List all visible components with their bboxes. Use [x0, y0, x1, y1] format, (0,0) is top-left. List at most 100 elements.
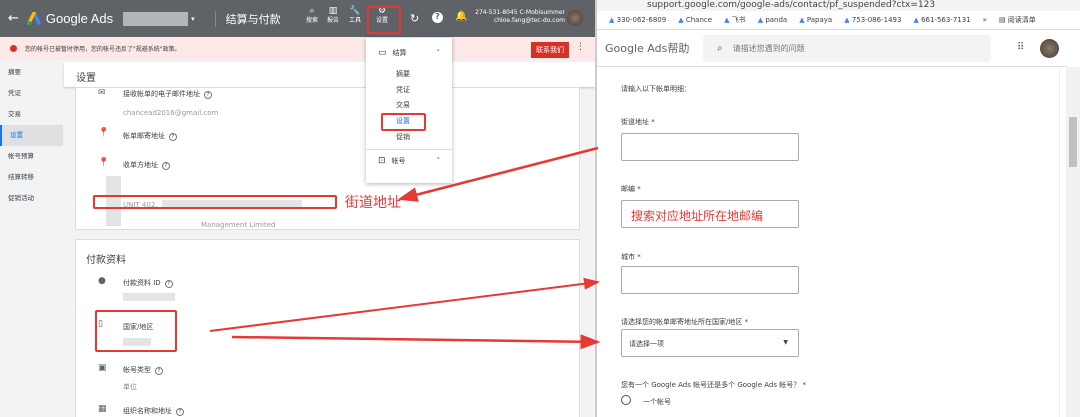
help-title: Google Ads帮助: [605, 42, 690, 55]
avatar[interactable]: [567, 10, 583, 26]
sidebar-item-promotions[interactable]: 促销活动: [0, 188, 63, 209]
bookmark[interactable]: ▲ panda: [758, 16, 788, 24]
sidebar-item-documents[interactable]: 凭证: [0, 83, 63, 104]
sidebar-item-settings[interactable]: 设置: [0, 125, 63, 146]
bookmark[interactable]: ▲ Chance: [678, 16, 712, 24]
error-icon: [10, 45, 17, 52]
more-icon[interactable]: ⋮: [576, 42, 585, 52]
tool-reports[interactable]: ▥ 报告: [323, 6, 343, 26]
menu-section-billing[interactable]: ▭ 结算 ˄: [378, 48, 440, 58]
country-label: 请选择您的帐单邮寄地址所在国家/地区 *: [621, 318, 749, 326]
back-arrow-icon[interactable]: ←: [8, 11, 19, 26]
account-email: chloe.fang@tec-do.com: [493, 17, 565, 24]
settings-dropdown-menu: ▭ 结算 ˄ 摘要 凭证 交易 设置 促销 ⊡ 帐号 ˅: [366, 38, 452, 183]
street-annotation: 街道地址: [345, 195, 401, 211]
highlight-settings: [367, 6, 401, 34]
suspension-alert: 您的帐号已被暂时停用，您的帐号违反了"规避系统"政策。 联系我们 ⋮: [0, 37, 595, 60]
mailing-address-label: 帐单邮寄地址?: [123, 131, 177, 141]
bookmark[interactable]: ▲ Papaya: [799, 16, 832, 24]
page-title: 结算与付款: [214, 10, 281, 27]
menu-item-summary[interactable]: 摘要: [396, 69, 410, 79]
card-title: 付款资料: [86, 255, 126, 266]
avatar[interactable]: [1040, 39, 1059, 58]
postal-label: 邮编 *: [621, 185, 641, 193]
google-ads-logo: [27, 11, 41, 25]
help-icon[interactable]: ?: [155, 367, 163, 375]
radio-one-label: 一个帐号: [643, 398, 671, 406]
country-select[interactable]: 请选择一项 ▼: [621, 329, 799, 357]
section-title: 设置: [64, 62, 595, 87]
reading-list[interactable]: ▤ 阅读清单: [999, 15, 1036, 25]
location-pin-icon: 📍: [98, 128, 110, 138]
sidebar: 摘要 凭证 交易 设置 帐号预算 结算转移 促销活动: [0, 62, 63, 209]
chevron-down-icon: ˅: [436, 157, 441, 165]
postal-input[interactable]: 搜索对应地址所在地邮编: [621, 200, 799, 228]
location-pin-icon: 📍: [98, 158, 110, 168]
notifications-icon[interactable]: 🔔: [455, 11, 467, 22]
help-icon[interactable]: ?: [204, 91, 212, 99]
scrollbar[interactable]: [1066, 67, 1080, 417]
sidebar-item-account-budget[interactable]: 帐号预算: [0, 146, 63, 167]
menu-item-promotions[interactable]: 促销: [396, 132, 410, 142]
tool-reports-label: 报告: [326, 17, 339, 24]
menu-item-transactions[interactable]: 交易: [396, 100, 410, 110]
email-label: 接收帐单的电子邮件地址?: [123, 89, 212, 99]
billing-form: 请输入以下帐单明细： 街道地址 * 邮编 * 搜索对应地址所在地邮编 城市 * …: [597, 67, 1060, 417]
menu-divider: [366, 149, 452, 150]
contact-us-button[interactable]: 联系我们: [531, 42, 569, 58]
email-value: chancead2016@gmail.com: [123, 109, 219, 117]
refresh-icon[interactable]: ↻: [410, 12, 419, 25]
url-text[interactable]: support.google.com/google-ads/contact/pf…: [647, 0, 935, 10]
google-ads-window: ← Google Ads ▾ 结算与付款 ⌕ 搜索 ▥ 报告 🔧 工具 ⚙ 设置 ↻ ?…: [0, 0, 597, 417]
tool-tools[interactable]: 🔧 工具: [345, 6, 365, 26]
tool-search-label: 搜索: [305, 17, 318, 24]
person-icon: ●: [98, 276, 106, 286]
help-search-input[interactable]: ⌕ 请描述您遇到的问题: [703, 35, 991, 62]
account-info[interactable]: 274-531-8045 C-Mobisummer chloe.fang@tec-…: [475, 9, 565, 25]
city-input[interactable]: [621, 266, 799, 294]
org-label: 组织名称和地址?: [123, 406, 184, 416]
help-icon[interactable]: ?: [162, 162, 170, 170]
help-icon[interactable]: ?: [164, 280, 173, 288]
account-type-value: 单位: [123, 383, 137, 391]
scrollbar-thumb[interactable]: [1069, 117, 1077, 167]
help-icon[interactable]: ?: [432, 12, 443, 23]
highlight-street: [93, 195, 337, 209]
bookmark[interactable]: ▲ 753-086-1493: [844, 16, 901, 24]
more-bookmarks-icon[interactable]: »: [983, 16, 987, 24]
bookmark[interactable]: ▲ 飞书: [724, 15, 746, 25]
radio-one-account[interactable]: [621, 395, 631, 405]
profile-id-value-blurred: [123, 293, 175, 301]
sidebar-item-summary[interactable]: 摘要: [0, 62, 63, 83]
help-window: support.google.com/google-ads/contact/pf…: [597, 0, 1080, 417]
dropdown-arrow-icon: ▼: [783, 339, 788, 346]
profile-id-label: 付款资料 ID?: [123, 278, 173, 288]
billing-icon: ▭: [378, 48, 387, 58]
company-name: Management Limited: [201, 221, 276, 229]
building-icon: ▦: [98, 404, 107, 414]
street-input[interactable]: [621, 133, 799, 161]
chevron-up-icon: ˄: [436, 49, 441, 57]
top-bar: ← Google Ads ▾ 结算与付款 ⌕ 搜索 ▥ 报告 🔧 工具 ⚙ 设置 ↻ ?…: [0, 0, 595, 37]
apps-grid-icon[interactable]: ⠿: [1017, 42, 1024, 53]
account-type-label: 帐号类型?: [123, 365, 163, 375]
address-bar[interactable]: support.google.com/google-ads/contact/pf…: [597, 0, 1080, 11]
brand: Google Ads: [45, 11, 114, 26]
accounts-question: 您有一个 Google Ads 帐号还是多个 Google Ads 帐号？ *: [621, 381, 806, 389]
sidebar-item-billing-transfer[interactable]: 结算转移: [0, 167, 63, 188]
account-name-blurred[interactable]: [123, 11, 189, 26]
menu-item-documents[interactable]: 凭证: [396, 85, 410, 95]
street-label: 街道地址 *: [621, 118, 655, 126]
menu-section-account[interactable]: ⊡ 帐号 ˅: [378, 156, 440, 166]
help-icon[interactable]: ?: [169, 133, 177, 141]
search-icon: ⌕: [309, 6, 315, 16]
chevron-down-icon[interactable]: ▾: [191, 15, 195, 23]
help-icon[interactable]: ?: [176, 408, 184, 416]
help-header: Google Ads帮助 ⌕ 请描述您遇到的问题 ⠿: [597, 30, 1067, 67]
sidebar-item-transactions[interactable]: 交易: [0, 104, 63, 125]
wrench-icon: 🔧: [349, 6, 361, 16]
bookmark[interactable]: ▲ 330-062-6809: [609, 16, 666, 24]
tool-search[interactable]: ⌕ 搜索: [302, 6, 322, 26]
bookmark[interactable]: ▲ 661-563-7131: [913, 16, 970, 24]
search-icon: ⌕: [717, 43, 723, 54]
